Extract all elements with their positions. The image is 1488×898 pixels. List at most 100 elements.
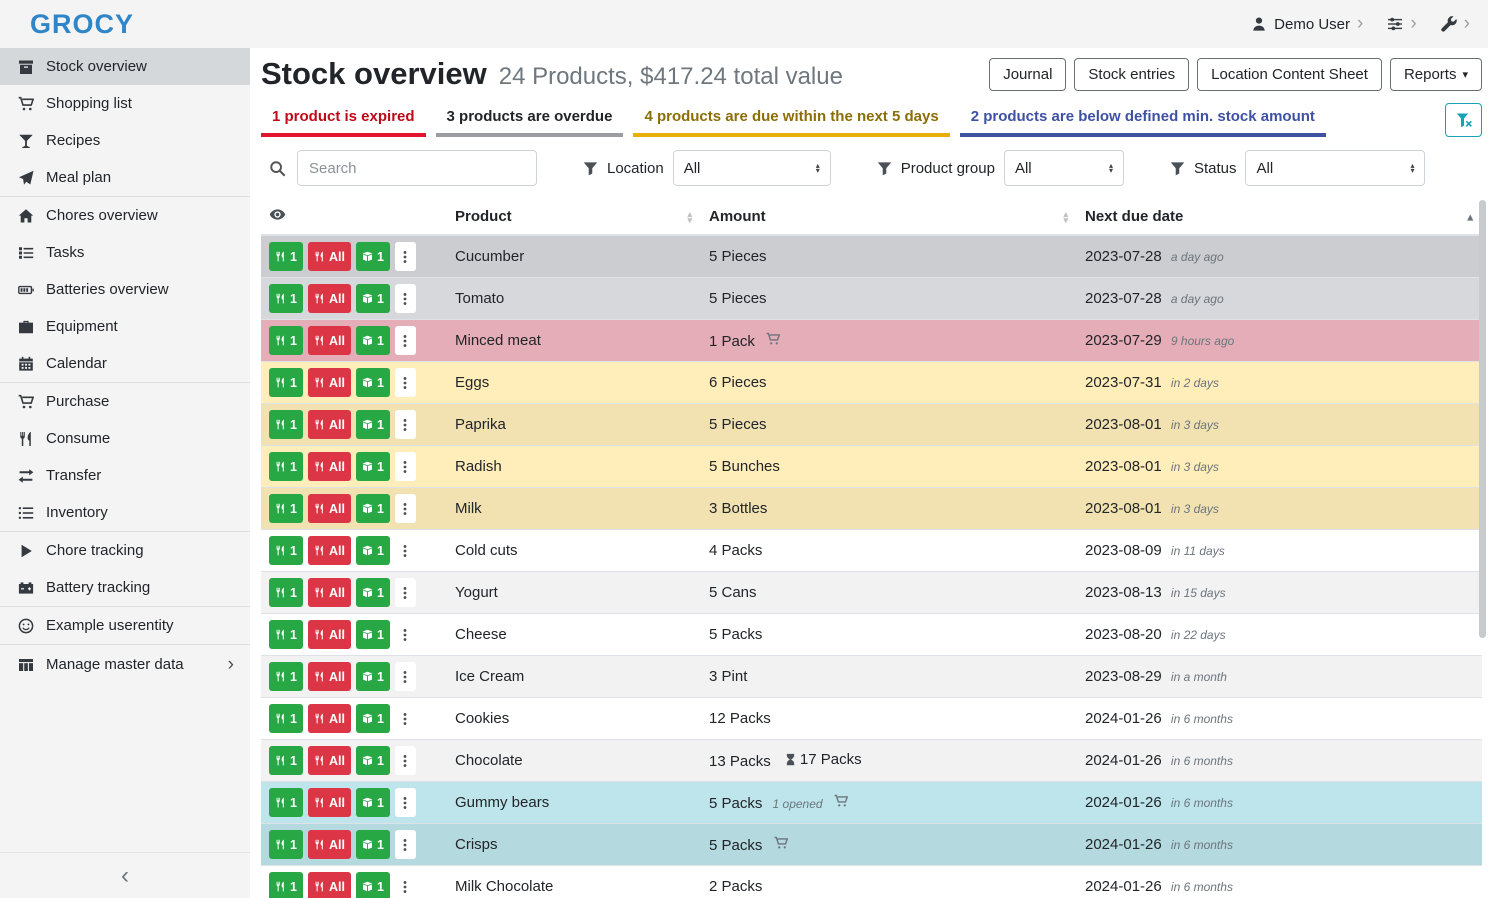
- sidebar-item[interactable]: Chore tracking: [0, 532, 250, 569]
- consume-one-button[interactable]: 1: [269, 326, 303, 355]
- consume-all-button[interactable]: All: [308, 410, 351, 439]
- consume-one-button[interactable]: 1: [269, 620, 303, 649]
- vertical-scrollbar[interactable]: [1479, 200, 1486, 638]
- consume-one-button[interactable]: 1: [269, 410, 303, 439]
- consume-all-button[interactable]: All: [308, 494, 351, 523]
- column-header-next-due-date[interactable]: Next due date ▴: [1077, 199, 1482, 235]
- sidebar-item[interactable]: Calendar: [0, 345, 250, 383]
- row-menu-button[interactable]: [395, 830, 416, 859]
- status-filter[interactable]: 1 product is expired: [261, 102, 426, 137]
- row-menu-button[interactable]: [395, 746, 416, 775]
- consume-all-button[interactable]: All: [308, 536, 351, 565]
- consume-one-button[interactable]: 1: [269, 494, 303, 523]
- open-one-button[interactable]: 1: [356, 410, 390, 439]
- consume-one-button[interactable]: 1: [269, 704, 303, 733]
- sidebar-item[interactable]: Manage master data ›: [0, 645, 250, 684]
- open-one-button[interactable]: 1: [356, 578, 390, 607]
- row-menu-button[interactable]: [395, 368, 416, 397]
- header-action-button[interactable]: Stock entries: [1074, 58, 1189, 91]
- open-one-button[interactable]: 1: [356, 662, 390, 691]
- sidebar-item[interactable]: Inventory: [0, 494, 250, 532]
- consume-all-button[interactable]: All: [308, 326, 351, 355]
- row-menu-button[interactable]: [395, 410, 416, 439]
- row-menu-button[interactable]: [395, 788, 416, 817]
- consume-one-button[interactable]: 1: [269, 368, 303, 397]
- consume-all-button[interactable]: All: [308, 704, 351, 733]
- column-header-product[interactable]: Product ▴▾: [447, 199, 701, 235]
- grocy-logo[interactable]: GROCY: [30, 9, 134, 40]
- status-filter[interactable]: 2 products are below defined min. stock …: [960, 102, 1326, 137]
- filter-select[interactable]: All ▴▾: [1245, 150, 1425, 186]
- open-one-button[interactable]: 1: [356, 788, 390, 817]
- open-one-button[interactable]: 1: [356, 368, 390, 397]
- consume-one-button[interactable]: 1: [269, 452, 303, 481]
- column-header-amount[interactable]: Amount ▴▾: [701, 199, 1077, 235]
- row-menu-button[interactable]: [395, 536, 416, 565]
- consume-one-button[interactable]: 1: [269, 746, 303, 775]
- consume-all-button[interactable]: All: [308, 662, 351, 691]
- user-menu[interactable]: Demo User ›: [1251, 16, 1363, 33]
- open-one-button[interactable]: 1: [356, 536, 390, 565]
- row-menu-button[interactable]: [395, 578, 416, 607]
- sidebar-item[interactable]: Battery tracking: [0, 569, 250, 607]
- consume-all-button[interactable]: All: [308, 452, 351, 481]
- sidebar-item[interactable]: Chores overview: [0, 197, 250, 234]
- search-input[interactable]: [297, 150, 537, 186]
- open-one-button[interactable]: 1: [356, 284, 390, 313]
- header-action-button[interactable]: Location Content Sheet: [1197, 58, 1382, 91]
- consume-one-button[interactable]: 1: [269, 578, 303, 607]
- open-one-button[interactable]: 1: [356, 872, 390, 898]
- status-filter[interactable]: 3 products are overdue: [436, 102, 624, 137]
- sidebar-item[interactable]: Meal plan: [0, 159, 250, 197]
- consume-all-button[interactable]: All: [308, 788, 351, 817]
- consume-one-button[interactable]: 1: [269, 872, 303, 898]
- sidebar-item[interactable]: Equipment: [0, 308, 250, 345]
- consume-one-button[interactable]: 1: [269, 284, 303, 313]
- filter-select[interactable]: All ▴▾: [1004, 150, 1124, 186]
- sidebar-item[interactable]: Tasks: [0, 234, 250, 271]
- row-menu-button[interactable]: [395, 284, 416, 313]
- filter-select[interactable]: All ▴▾: [673, 150, 831, 186]
- header-action-button[interactable]: Reports ▾: [1390, 58, 1482, 91]
- open-one-button[interactable]: 1: [356, 326, 390, 355]
- eye-icon[interactable]: [269, 206, 286, 223]
- sidebar-item[interactable]: Consume: [0, 420, 250, 457]
- open-one-button[interactable]: 1: [356, 830, 390, 859]
- row-menu-button[interactable]: [395, 872, 416, 898]
- consume-one-button[interactable]: 1: [269, 536, 303, 565]
- sidebar-item[interactable]: Batteries overview: [0, 271, 250, 308]
- consume-all-button[interactable]: All: [308, 620, 351, 649]
- open-one-button[interactable]: 1: [356, 704, 390, 733]
- consume-all-button[interactable]: All: [308, 872, 351, 898]
- row-menu-button[interactable]: [395, 704, 416, 733]
- sidebar-item[interactable]: Recipes: [0, 122, 250, 159]
- row-menu-button[interactable]: [395, 494, 416, 523]
- open-one-button[interactable]: 1: [356, 746, 390, 775]
- admin-menu[interactable]: ›: [1441, 16, 1470, 33]
- consume-all-button[interactable]: All: [308, 242, 351, 271]
- sidebar-item[interactable]: Purchase: [0, 383, 250, 420]
- row-menu-button[interactable]: [395, 242, 416, 271]
- sidebar-item[interactable]: Example userentity: [0, 607, 250, 645]
- open-one-button[interactable]: 1: [356, 494, 390, 523]
- sidebar-item[interactable]: Stock overview: [0, 48, 250, 85]
- consume-one-button[interactable]: 1: [269, 830, 303, 859]
- consume-all-button[interactable]: All: [308, 368, 351, 397]
- status-filter[interactable]: 4 products are due within the next 5 day…: [633, 102, 949, 137]
- consume-all-button[interactable]: All: [308, 578, 351, 607]
- consume-all-button[interactable]: All: [308, 284, 351, 313]
- header-action-button[interactable]: Journal: [989, 58, 1066, 91]
- sidebar-collapse-button[interactable]: ‹: [0, 852, 250, 898]
- row-menu-button[interactable]: [395, 620, 416, 649]
- sidebar-item[interactable]: Shopping list: [0, 85, 250, 122]
- consume-one-button[interactable]: 1: [269, 242, 303, 271]
- open-one-button[interactable]: 1: [356, 242, 390, 271]
- consume-all-button[interactable]: All: [308, 830, 351, 859]
- open-one-button[interactable]: 1: [356, 452, 390, 481]
- sidebar-item[interactable]: Transfer: [0, 457, 250, 494]
- open-one-button[interactable]: 1: [356, 620, 390, 649]
- settings-menu[interactable]: ›: [1387, 16, 1416, 33]
- row-menu-button[interactable]: [395, 662, 416, 691]
- clear-filters-button[interactable]: [1445, 103, 1482, 137]
- row-menu-button[interactable]: [395, 452, 416, 481]
